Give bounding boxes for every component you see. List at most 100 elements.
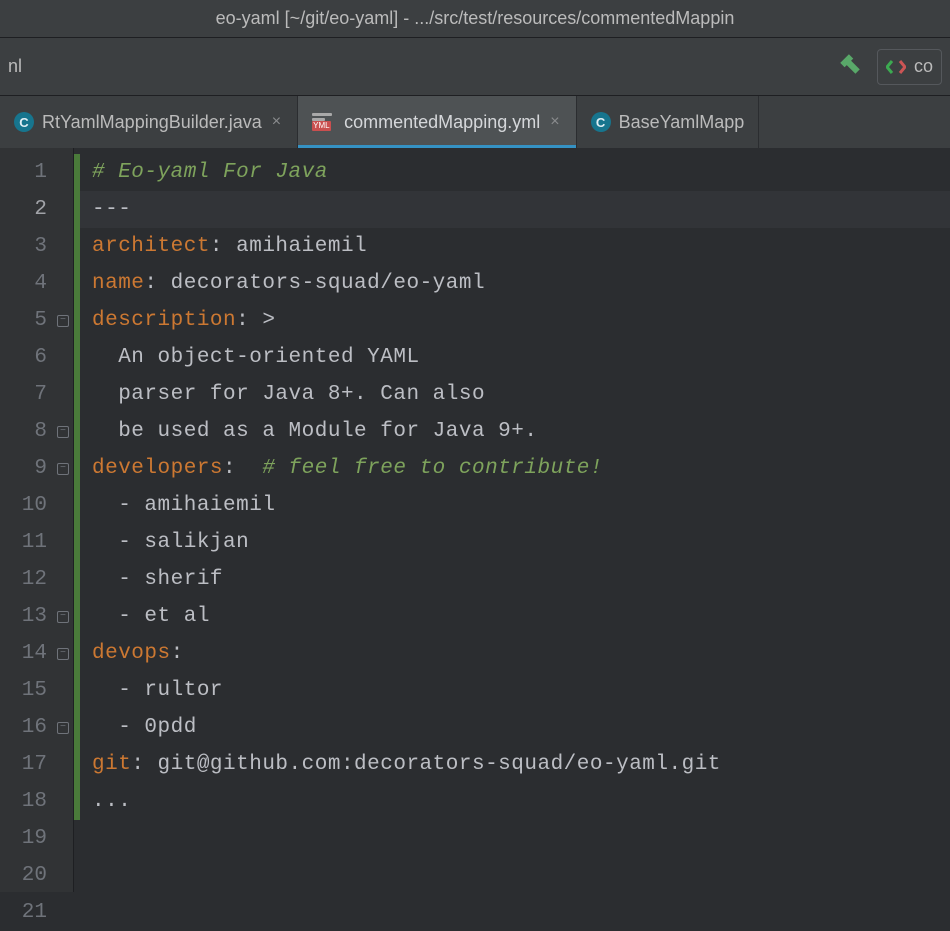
code-line[interactable]: architect: amihaiemil [92, 228, 950, 265]
editor-tab[interactable]: YML commentedMapping.yml × [298, 96, 576, 148]
code-token: # Eo-yaml For Java [92, 161, 328, 184]
code-token: : amihaiemil [210, 235, 367, 258]
gutter-line-number[interactable]: 6 [0, 339, 73, 376]
code-line[interactable]: # Eo-yaml For Java [92, 154, 950, 191]
code-token: : > [236, 309, 275, 332]
code-area[interactable]: # Eo-yaml For Java --- architect: amihaiem… [74, 148, 950, 892]
code-line[interactable]: - 0pdd [92, 709, 950, 746]
editor-tabs: C RtYamlMappingBuilder.java × YML commentedM… [0, 96, 950, 148]
java-class-icon: C [14, 112, 34, 132]
code-token: devops [92, 642, 171, 665]
toolbar-right: co [837, 49, 942, 85]
editor-gutter[interactable]: 12345−678−9−10111213−14−1516−1718192021 [0, 148, 74, 892]
code-line[interactable] [92, 894, 950, 931]
code-line[interactable]: developers: # feel free to contribute! [92, 450, 950, 487]
code-token: - 0pdd [92, 716, 197, 739]
code-token: - et al [92, 605, 210, 628]
gutter-line-number[interactable]: 12 [0, 561, 73, 598]
gutter-line-number[interactable]: 14− [0, 635, 73, 672]
gutter-line-number[interactable]: 7 [0, 376, 73, 413]
code-line[interactable]: name: decorators-squad/eo-yaml [92, 265, 950, 302]
gutter-line-number[interactable]: 1 [0, 154, 73, 191]
gutter-line-number[interactable]: 13− [0, 598, 73, 635]
gutter-line-number[interactable]: 10 [0, 487, 73, 524]
gutter-line-number[interactable]: 19 [0, 820, 73, 857]
gutter-line-number[interactable]: 11 [0, 524, 73, 561]
editor-tab[interactable]: C BaseYamlMapp [577, 96, 760, 148]
code-line[interactable]: - rultor [92, 672, 950, 709]
code-line[interactable]: be used as a Module for Java 9+. [92, 413, 950, 450]
code-token: : [171, 642, 184, 665]
code-token: ... [92, 790, 131, 813]
code-line[interactable]: parser for Java 8+. Can also [92, 376, 950, 413]
code-line[interactable]: --- [74, 191, 950, 228]
arrows-icon [886, 57, 906, 77]
fold-toggle-icon[interactable]: − [57, 722, 69, 734]
code-line[interactable]: ... [92, 783, 950, 820]
gutter-line-number[interactable]: 3 [0, 228, 73, 265]
gutter-line-number[interactable]: 16− [0, 709, 73, 746]
code-token: - salikjan [92, 531, 249, 554]
yml-file-icon: YML [312, 113, 336, 131]
code-line[interactable]: git: git@github.com:decorators-squad/eo-… [92, 746, 950, 783]
code-line[interactable] [92, 820, 950, 857]
window-title: eo-yaml [~/git/eo-yaml] - .../src/test/r… [216, 8, 735, 29]
code-token: : decorators-squad/eo-yaml [144, 272, 485, 295]
build-button[interactable] [837, 51, 863, 83]
code-line[interactable]: devops: [92, 635, 950, 672]
code-token: developers [92, 457, 223, 480]
hammer-icon [837, 51, 863, 77]
vcs-change-marker [74, 154, 80, 820]
tab-label: BaseYamlMapp [619, 112, 745, 133]
fold-toggle-icon[interactable]: − [57, 426, 69, 438]
fold-toggle-icon[interactable]: − [57, 315, 69, 327]
title-bar: eo-yaml [~/git/eo-yaml] - .../src/test/r… [0, 0, 950, 38]
code-line[interactable] [92, 857, 950, 894]
fold-toggle-icon[interactable]: − [57, 463, 69, 475]
code-token: parser for Java 8+. Can also [92, 383, 485, 406]
gutter-line-number[interactable]: 2 [0, 191, 73, 228]
code-line[interactable]: description: > [92, 302, 950, 339]
code-line[interactable]: - amihaiemil [92, 487, 950, 524]
fold-toggle-icon[interactable]: − [57, 648, 69, 660]
gutter-line-number[interactable]: 5− [0, 302, 73, 339]
close-icon[interactable]: × [270, 113, 283, 131]
run-config-label: co [914, 56, 933, 77]
gutter-line-number[interactable]: 4 [0, 265, 73, 302]
run-config-dropdown[interactable]: co [877, 49, 942, 85]
gutter-line-number[interactable]: 15 [0, 672, 73, 709]
gutter-line-number[interactable]: 18 [0, 783, 73, 820]
gutter-line-number[interactable]: 21 [0, 894, 73, 931]
breadcrumb[interactable]: nl [8, 56, 22, 77]
editor-tab[interactable]: C RtYamlMappingBuilder.java × [0, 96, 298, 148]
breadcrumb-tail: nl [8, 56, 22, 76]
code-token: architect [92, 235, 210, 258]
code-line[interactable]: - et al [92, 598, 950, 635]
gutter-line-number[interactable]: 8− [0, 413, 73, 450]
tab-label: RtYamlMappingBuilder.java [42, 112, 262, 133]
code-token: : [223, 457, 262, 480]
code-token: name [92, 272, 144, 295]
gutter-line-number[interactable]: 17 [0, 746, 73, 783]
code-token: # feel free to contribute! [262, 457, 603, 480]
code-token: git [92, 753, 131, 776]
fold-toggle-icon[interactable]: − [57, 611, 69, 623]
code-token: An object-oriented YAML [92, 346, 420, 369]
code-token: --- [92, 198, 131, 221]
java-class-icon: C [591, 112, 611, 132]
code-token: - sherif [92, 568, 223, 591]
gutter-line-number[interactable]: 20 [0, 857, 73, 894]
code-token: description [92, 309, 236, 332]
close-icon[interactable]: × [548, 113, 561, 131]
code-token: : git@github.com:decorators-squad/eo-yam… [131, 753, 721, 776]
code-line[interactable]: - sherif [92, 561, 950, 598]
code-line[interactable]: - salikjan [92, 524, 950, 561]
nav-bar: nl co [0, 38, 950, 96]
code-line[interactable]: An object-oriented YAML [92, 339, 950, 376]
editor-area: 12345−678−9−10111213−14−1516−1718192021 … [0, 148, 950, 892]
code-token: - amihaiemil [92, 494, 275, 517]
gutter-line-number[interactable]: 9− [0, 450, 73, 487]
code-token: - rultor [92, 679, 223, 702]
code-content[interactable]: # Eo-yaml For Java --- architect: amihaiem… [92, 154, 950, 931]
tab-label: commentedMapping.yml [344, 112, 540, 133]
